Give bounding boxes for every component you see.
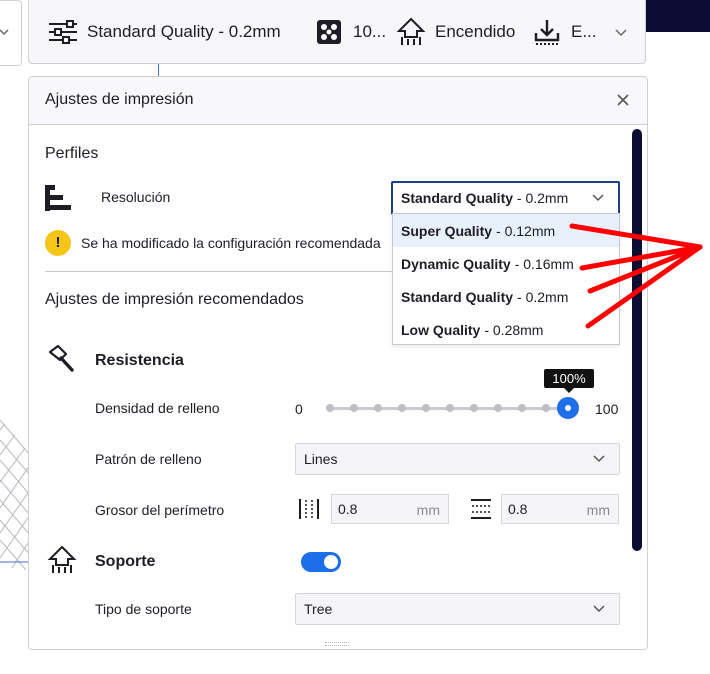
slider-tick xyxy=(326,404,334,412)
infill-pattern-label: Patrón de relleno xyxy=(95,451,202,467)
option-detail: - 0.16mm xyxy=(514,255,574,272)
slider-tick xyxy=(422,404,430,412)
wall-thickness-value: 0.8 xyxy=(338,501,358,517)
chevron-down-icon xyxy=(592,190,604,202)
panel-scrollbar[interactable] xyxy=(632,129,642,551)
slider-tick xyxy=(470,404,478,412)
header-adhesion-label: E... xyxy=(571,22,597,41)
left-toolbar-fragment[interactable] xyxy=(0,0,22,66)
hammer-icon xyxy=(47,344,77,378)
viewport-edge-line xyxy=(158,64,159,76)
infill-pattern-value: Lines xyxy=(304,451,338,467)
infill-slider-thumb[interactable] xyxy=(557,397,579,419)
infill-value-tooltip: 100% xyxy=(544,369,594,393)
slider-tick xyxy=(398,404,406,412)
support-icon xyxy=(393,16,429,48)
modified-settings-warning: Se ha modificado la configuración recome… xyxy=(81,235,381,251)
resolution-select[interactable]: Standard Quality - 0.2mm xyxy=(391,181,620,215)
header-support-item[interactable]: Encendido xyxy=(393,16,515,48)
adhesion-icon xyxy=(529,16,565,48)
dropdown-option-dynamic-quality[interactable]: Dynamic Quality - 0.16mm xyxy=(393,247,619,280)
resolution-selected-detail: - 0.2mm xyxy=(513,190,569,206)
infill-pattern-select[interactable]: Lines xyxy=(295,443,620,475)
close-icon[interactable] xyxy=(611,87,635,113)
option-name: Low Quality xyxy=(401,321,481,338)
panel-resize-handle[interactable] xyxy=(325,642,349,646)
infill-icon xyxy=(311,16,347,48)
option-name: Dynamic Quality xyxy=(401,255,511,272)
top-bottom-thickness-unit: mm xyxy=(586,502,610,518)
panel-title: Ajustes de impresión xyxy=(45,91,194,108)
resolution-label: Resolución xyxy=(101,189,171,205)
support-icon xyxy=(47,545,77,580)
support-type-select[interactable]: Tree xyxy=(295,593,620,625)
strength-title: Resistencia xyxy=(95,352,184,369)
resolution-selected-name: Standard Quality xyxy=(401,190,514,206)
recommended-section-title: Ajustes de impresión recomendados xyxy=(45,291,304,308)
support-title: Soporte xyxy=(95,553,156,570)
slider-max-label: 100 xyxy=(595,401,619,417)
header-profile-label: Standard Quality - 0.2mm xyxy=(87,22,281,41)
support-toggle[interactable] xyxy=(301,552,341,572)
wall-thickness-icon xyxy=(297,497,321,526)
option-detail: - 0.2mm xyxy=(517,288,569,305)
slider-tick xyxy=(350,404,358,412)
dropdown-option-standard-quality[interactable]: Standard Quality - 0.2mm xyxy=(393,280,619,313)
profiles-section-title: Perfiles xyxy=(45,145,99,162)
slider-tick xyxy=(518,404,526,412)
sliders-icon xyxy=(45,16,81,48)
slider-tick xyxy=(542,404,550,412)
header-infill-label: 10... xyxy=(353,22,387,41)
slider-tick xyxy=(374,404,382,412)
wall-thickness-unit: mm xyxy=(416,502,440,518)
dropdown-option-super-quality[interactable]: Super Quality - 0.12mm xyxy=(393,214,619,247)
chevron-down-icon xyxy=(593,451,605,463)
option-detail: - 0.12mm xyxy=(496,222,556,239)
chevron-down-icon xyxy=(593,601,605,613)
panel-header: Ajustes de impresión xyxy=(29,77,647,125)
option-name: Standard Quality xyxy=(401,288,514,305)
resolution-dropdown-list: Super Quality - 0.12mm Dynamic Quality -… xyxy=(392,213,620,345)
infill-density-label: Densidad de relleno xyxy=(95,400,220,416)
header-expand-chevron-icon[interactable] xyxy=(614,26,628,44)
wall-thickness-label: Grosor del perímetro xyxy=(95,502,225,518)
wall-thickness-input[interactable]: 0.8 mm xyxy=(331,494,449,524)
header-support-label: Encendido xyxy=(435,22,516,41)
resolution-icon xyxy=(45,185,73,216)
header-dark-region xyxy=(646,0,710,32)
print-settings-header-bar[interactable]: Standard Quality - 0.2mm 10... Encendido xyxy=(28,0,646,64)
build-plate-grid-fragment xyxy=(0,419,30,570)
top-bottom-thickness-input[interactable]: 0.8 mm xyxy=(501,494,619,524)
option-name: Super Quality xyxy=(401,222,493,239)
slider-min-label: 0 xyxy=(295,401,303,417)
slider-tick xyxy=(446,404,454,412)
support-type-value: Tree xyxy=(304,601,333,617)
option-detail: - 0.28mm xyxy=(484,321,544,338)
top-bottom-thickness-icon xyxy=(469,497,493,526)
header-adhesion-item[interactable]: E... xyxy=(529,16,597,48)
print-settings-panel: Ajustes de impresión Perfiles Resolución… xyxy=(28,76,648,650)
slider-tick xyxy=(494,404,502,412)
warning-icon: ! xyxy=(45,230,71,256)
dropdown-option-low-quality[interactable]: Low Quality - 0.28mm xyxy=(393,313,619,346)
chevron-down-icon xyxy=(0,25,10,41)
header-infill-item[interactable]: 10... xyxy=(311,16,386,48)
header-profile-item[interactable]: Standard Quality - 0.2mm xyxy=(45,16,281,48)
top-bottom-thickness-value: 0.8 xyxy=(508,501,528,517)
support-type-label: Tipo de soporte xyxy=(95,601,192,617)
